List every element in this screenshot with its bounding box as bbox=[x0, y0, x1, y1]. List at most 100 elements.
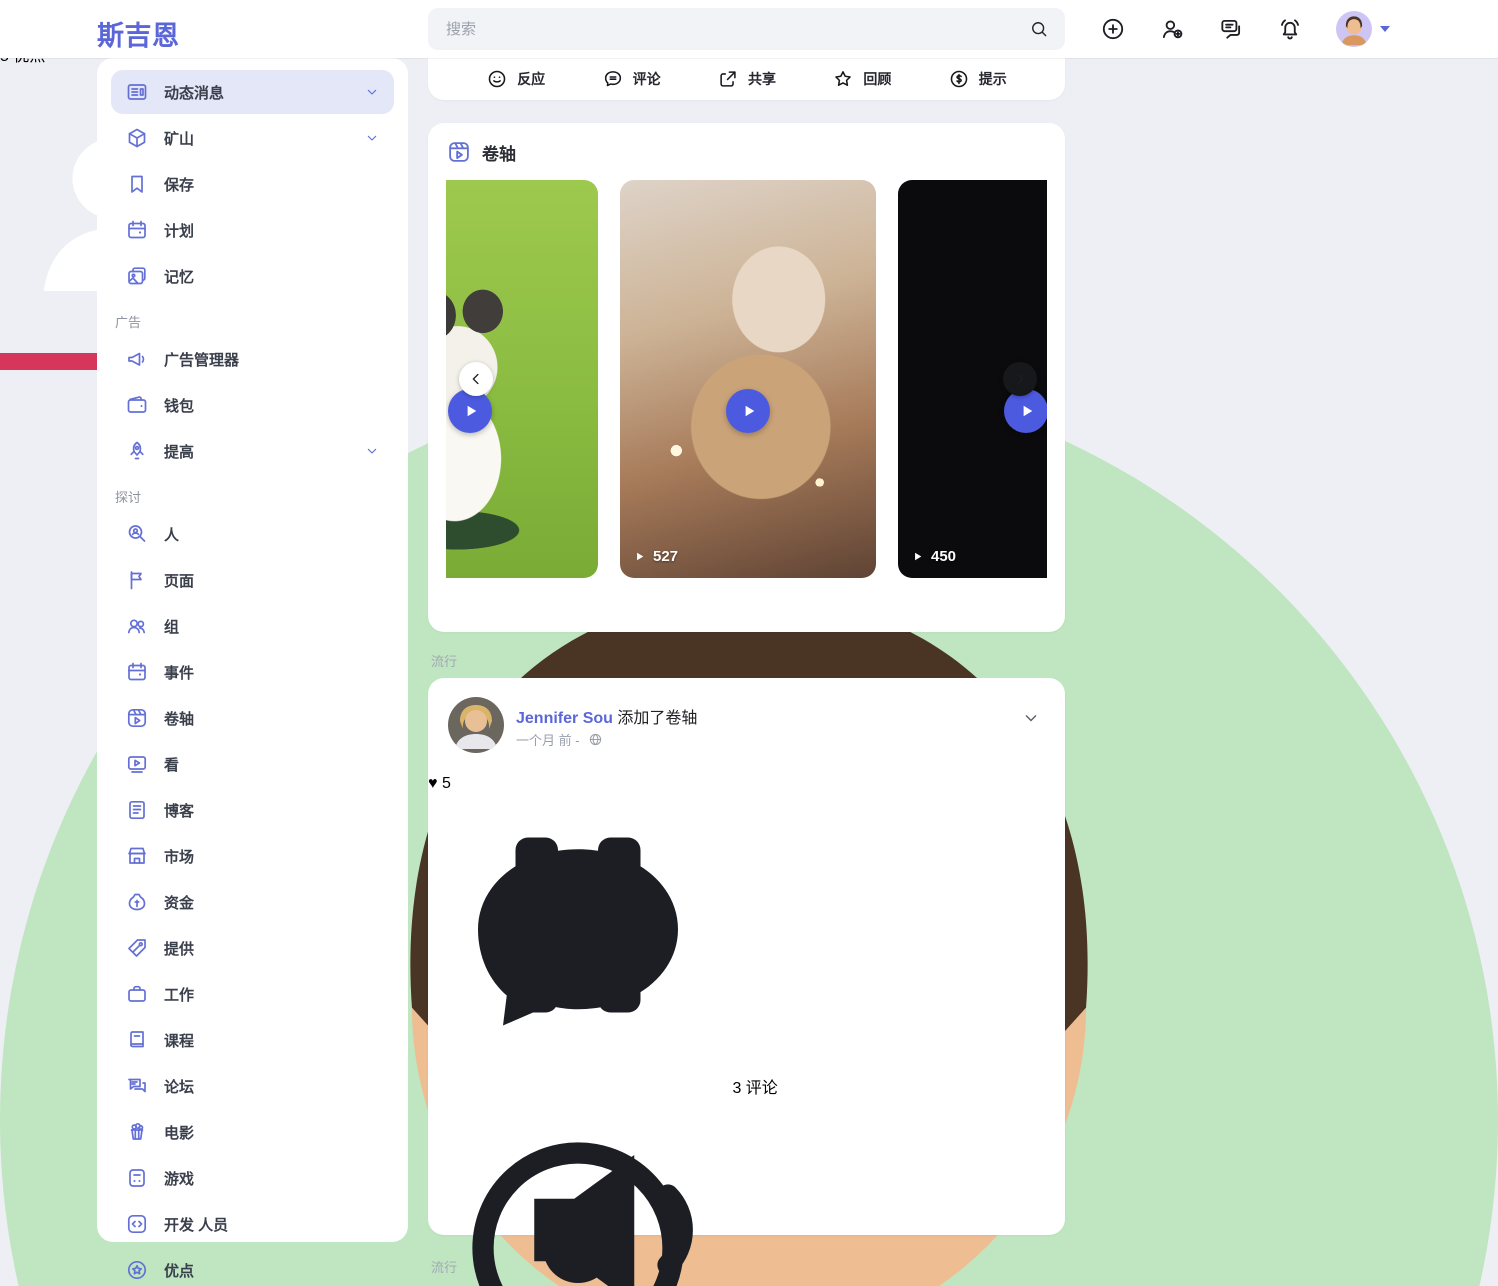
create-post-icon[interactable] bbox=[1100, 16, 1126, 42]
page: 斯吉恩 动态消息 动态消息 bbox=[0, 0, 1498, 1286]
sidebar-section-label: 广告 bbox=[115, 312, 408, 331]
volume-icon[interactable] bbox=[478, 1080, 778, 1286]
globe-icon bbox=[588, 732, 603, 747]
moneybag-icon bbox=[125, 890, 149, 914]
sidebar-item[interactable]: 记忆 bbox=[111, 254, 394, 298]
sidebar-item[interactable]: 市场 bbox=[111, 834, 394, 878]
play-button[interactable] bbox=[448, 389, 492, 433]
sidebar-item-label: 卷轴 bbox=[164, 708, 194, 729]
sidebar-item[interactable]: 人 bbox=[111, 512, 394, 556]
photos-icon bbox=[125, 264, 149, 288]
store-icon bbox=[125, 844, 149, 868]
video-player[interactable]: -00:02 bbox=[428, 775, 1065, 1131]
post-action-button[interactable]: 提示 bbox=[948, 68, 1007, 90]
chevron-down-icon bbox=[364, 130, 380, 146]
watch-icon bbox=[125, 752, 149, 776]
sidebar-item-label: 保存 bbox=[164, 174, 194, 195]
chevron-right-icon bbox=[1011, 370, 1029, 388]
post-action-text: 添加了卷轴 bbox=[617, 710, 697, 727]
sidebar-item-label: 电影 bbox=[164, 1122, 194, 1143]
sidebar-item[interactable]: 游戏 bbox=[111, 1156, 394, 1200]
sidebar-item[interactable]: 动态消息 bbox=[111, 70, 394, 114]
profile-menu[interactable] bbox=[1336, 11, 1390, 47]
sidebar-item-label: 游戏 bbox=[164, 1168, 194, 1189]
sidebar-item-label: 动态消息 bbox=[164, 82, 224, 103]
pause-icon[interactable] bbox=[428, 775, 728, 1075]
sidebar-item[interactable]: 提供 bbox=[111, 926, 394, 970]
reels-section: 卷轴 52 bbox=[428, 123, 1065, 632]
feed-section-label: 流行 bbox=[431, 651, 457, 670]
sidebar-item-label: 事件 bbox=[164, 662, 194, 683]
search-input[interactable] bbox=[444, 20, 1029, 39]
sidebar-item-label: 优点 bbox=[164, 1260, 194, 1281]
person-search-icon bbox=[125, 522, 149, 546]
sidebar-item[interactable]: 电影 bbox=[111, 1110, 394, 1154]
sidebar-item-label: 看 bbox=[164, 754, 179, 775]
post-actions-bar-partial: 反应 评论 共享 回顾 提示 bbox=[428, 58, 1065, 100]
reels-header: 卷轴 bbox=[446, 139, 1047, 165]
post-action-button[interactable]: 评论 bbox=[602, 68, 661, 90]
sidebar-item[interactable]: 钱包 bbox=[111, 383, 394, 427]
post-action-button[interactable]: 反应 bbox=[486, 68, 545, 90]
flag-icon bbox=[125, 568, 149, 592]
sidebar-item[interactable]: 页面 bbox=[111, 558, 394, 602]
reel-thumbnail[interactable]: 527 bbox=[620, 180, 876, 578]
sidebar-item[interactable]: 博客 bbox=[111, 788, 394, 832]
sidebar-item-label: 市场 bbox=[164, 846, 194, 867]
blog-icon bbox=[125, 798, 149, 822]
sidebar-item[interactable]: 看 bbox=[111, 742, 394, 786]
post-author-link[interactable]: Jennifer Sou bbox=[516, 710, 613, 727]
sidebar-item[interactable]: 资金 bbox=[111, 880, 394, 924]
sidebar-item[interactable]: 课程 bbox=[111, 1018, 394, 1062]
forum-icon bbox=[125, 1074, 149, 1098]
sidebar-item[interactable]: 开发 人员 bbox=[111, 1202, 394, 1246]
post-menu-chevron-icon[interactable] bbox=[1021, 708, 1041, 728]
sidebar-item-label: 工作 bbox=[164, 984, 194, 1005]
smiley-icon bbox=[486, 68, 508, 90]
sidebar-item[interactable]: 工作 bbox=[111, 972, 394, 1016]
sidebar-item[interactable]: 提高 bbox=[111, 429, 394, 473]
sidebar-item[interactable]: 事件 bbox=[111, 650, 394, 694]
share-icon bbox=[717, 68, 739, 90]
sidebar-item[interactable]: 矿山 bbox=[111, 116, 394, 160]
movies-icon bbox=[125, 1120, 149, 1144]
play-solid-icon bbox=[1018, 402, 1036, 420]
avatar[interactable] bbox=[448, 697, 504, 753]
sidebar-item[interactable]: 优点 bbox=[111, 1248, 394, 1286]
megaphone-icon bbox=[125, 347, 149, 371]
app-logo[interactable]: 斯吉恩 bbox=[97, 14, 180, 53]
calendar-icon bbox=[125, 218, 149, 242]
sidebar-item-label: 记忆 bbox=[164, 266, 194, 287]
reels-icon bbox=[125, 706, 149, 730]
sidebar-item[interactable]: 组 bbox=[111, 604, 394, 648]
sidebar-item[interactable]: 计划 bbox=[111, 208, 394, 252]
calendar-icon bbox=[125, 660, 149, 684]
video-controls: -00:02 bbox=[428, 775, 1065, 1286]
sidebar-item[interactable]: 保存 bbox=[111, 162, 394, 206]
carousel-prev-button[interactable] bbox=[459, 362, 493, 396]
sidebar-item[interactable]: 卷轴 bbox=[111, 696, 394, 740]
sidebar-item[interactable]: 广告管理器 bbox=[111, 337, 394, 381]
sidebar-item-label: 页面 bbox=[164, 570, 194, 591]
reels-carousel: 527 ME DI… 450 bbox=[446, 180, 1047, 578]
sidebar-item-label: 计划 bbox=[164, 220, 194, 241]
carousel-next-button[interactable] bbox=[1003, 362, 1037, 396]
post-title: Jennifer Sou 添加了卷轴 bbox=[516, 704, 697, 728]
bookmark-icon bbox=[125, 172, 149, 196]
book-icon bbox=[125, 1028, 149, 1052]
star-icon bbox=[832, 68, 854, 90]
notifications-icon[interactable] bbox=[1277, 16, 1303, 42]
play-button[interactable] bbox=[1004, 389, 1047, 433]
sidebar-item-label: 组 bbox=[164, 616, 179, 637]
messages-icon[interactable] bbox=[1218, 16, 1244, 42]
post-action-button[interactable]: 回顾 bbox=[832, 68, 891, 90]
sidebar-item-label: 提高 bbox=[164, 441, 194, 462]
search-bar bbox=[428, 8, 1065, 50]
post-action-button[interactable]: 共享 bbox=[717, 68, 776, 90]
sidebar-item-label: 钱包 bbox=[164, 395, 194, 416]
play-solid-icon bbox=[911, 550, 924, 563]
sidebar-item[interactable]: 论坛 bbox=[111, 1064, 394, 1108]
play-button[interactable] bbox=[726, 389, 770, 433]
search-icon[interactable] bbox=[1029, 19, 1049, 39]
friend-requests-icon[interactable] bbox=[1159, 16, 1185, 42]
